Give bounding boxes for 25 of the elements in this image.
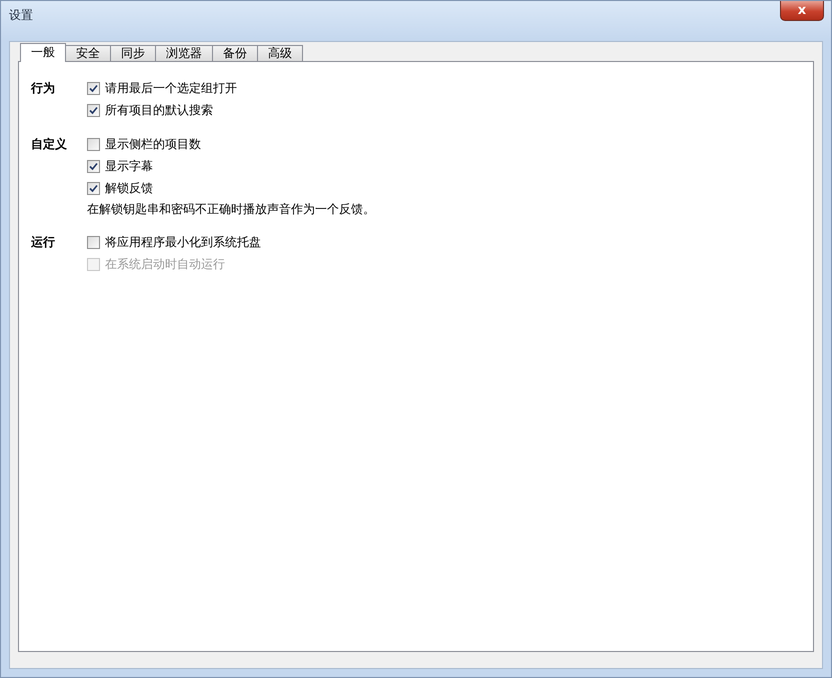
checkbox-label: 显示侧栏的项目数 — [105, 136, 201, 152]
checkbox[interactable] — [87, 182, 100, 194]
checkbox[interactable] — [87, 138, 100, 150]
checkbox-label: 显示字幕 — [105, 158, 153, 174]
tab[interactable]: 一般 — [20, 43, 66, 62]
tab[interactable]: 备份 — [212, 45, 258, 61]
checkbox-label: 所有项目的默认搜索 — [105, 102, 213, 118]
checkbox[interactable] — [87, 104, 100, 116]
checkbox[interactable] — [87, 82, 100, 94]
section-title: 自定义 — [31, 136, 68, 153]
section-title: 行为 — [31, 80, 56, 97]
checkbox[interactable] — [87, 160, 100, 172]
window-title: 设置 — [9, 7, 33, 24]
checkbox[interactable] — [87, 236, 100, 248]
checkbox-label: 将应用程序最小化到系统托盘 — [105, 234, 261, 250]
tab[interactable]: 同步 — [110, 45, 156, 61]
checkbox-label: 请用最后一个选定组打开 — [105, 80, 237, 96]
section-title: 运行 — [31, 234, 56, 251]
checkbox-label: 在系统启动时自动运行 — [105, 256, 225, 272]
close-button[interactable]: x — [780, 1, 824, 21]
tab[interactable]: 高级 — [257, 45, 303, 61]
tab[interactable]: 浏览器 — [155, 45, 213, 61]
checkbox-label: 解锁反馈 — [105, 180, 153, 196]
tab[interactable]: 安全 — [65, 45, 111, 61]
note-text: 在解锁钥匙串和密码不正确时播放声音作为一个反馈。 — [87, 201, 375, 218]
